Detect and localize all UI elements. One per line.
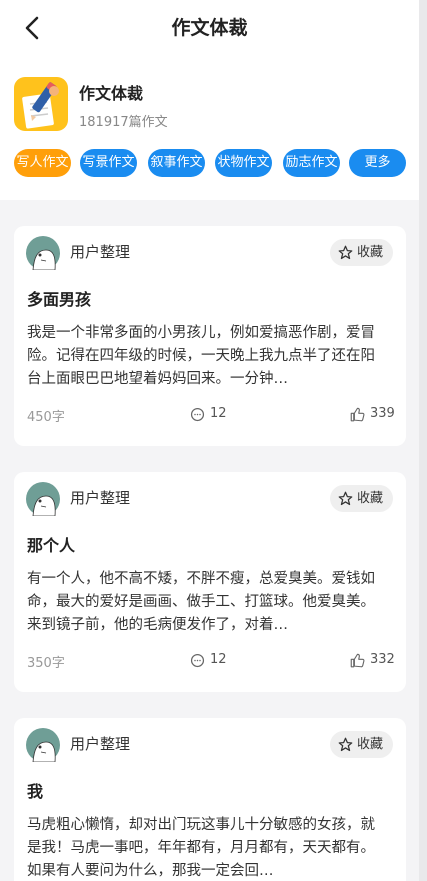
star-icon — [338, 245, 353, 260]
word-count: 350字 — [27, 656, 65, 671]
tag-list: 写人作文 写景作文 叙事作文 状物作文 励志作文 更多 — [14, 149, 414, 177]
avatar — [26, 482, 60, 516]
header: 作文体裁 作文体裁 181917篇作文 写人作文 写景作文 叙事作文 状物作文 … — [0, 0, 419, 200]
tag-inspirational-essay[interactable]: 励志作文 — [283, 149, 340, 177]
thumbs-up-icon — [350, 653, 365, 668]
essay-card[interactable]: 用户整理 收藏 我 马虎粗心懒惰，却对出门玩这事儿十分敏感的女孩，就是我！马虎一… — [14, 718, 406, 881]
author-name: 用户整理 — [70, 489, 131, 507]
tag-more[interactable]: 更多 — [349, 149, 406, 177]
thumbs-up-icon — [350, 407, 365, 422]
category-count: 181917篇作文 — [79, 115, 168, 130]
tag-portrait-essay[interactable]: 写人作文 — [14, 149, 71, 177]
author-name: 用户整理 — [70, 735, 131, 753]
comment-count-value: 12 — [210, 406, 227, 421]
essay-card[interactable]: 用户整理 收藏 那个人 有一个人，他不高不矮，不胖不瘦，总爱臭美。爱钱如命，最大… — [14, 472, 406, 692]
favorite-button[interactable]: 收藏 — [330, 485, 393, 512]
favorite-label: 收藏 — [357, 491, 384, 506]
avatar — [26, 236, 60, 270]
comment-icon — [190, 407, 205, 422]
essay-card[interactable]: 用户整理 收藏 多面男孩 我是一个非常多面的小男孩儿，例如爱搞恶作剧，爱冒险。记… — [14, 226, 406, 446]
author-name: 用户整理 — [70, 243, 131, 261]
star-icon — [338, 737, 353, 752]
like-count-value: 332 — [370, 652, 395, 667]
favorite-label: 收藏 — [357, 737, 384, 752]
tag-narrative-essay[interactable]: 叙事作文 — [148, 149, 205, 177]
comment-icon — [190, 653, 205, 668]
category-name: 作文体裁 — [79, 84, 144, 103]
favorite-button[interactable]: 收藏 — [330, 239, 393, 266]
essay-title: 那个人 — [27, 536, 76, 555]
pencil-paper-icon — [14, 77, 68, 131]
essay-excerpt: 马虎粗心懒惰，却对出门玩这事儿十分敏感的女孩，就是我！马虎一事吧，年年都有，月月… — [27, 817, 375, 879]
page-title: 作文体裁 — [171, 17, 248, 39]
essay-excerpt: 有一个人，他不高不矮，不胖不瘦，总爱臭美。爱钱如命，最大的爱好是画画、做手工、打… — [27, 571, 375, 633]
like-count-value: 339 — [370, 406, 395, 421]
comment-count-value: 12 — [210, 652, 227, 667]
favorite-button[interactable]: 收藏 — [330, 731, 393, 758]
essay-title: 我 — [27, 782, 44, 801]
avatar — [26, 728, 60, 762]
favorite-label: 收藏 — [357, 245, 384, 260]
tag-scenery-essay[interactable]: 写景作文 — [80, 149, 137, 177]
scrollbar[interactable] — [419, 0, 427, 881]
essay-excerpt: 我是一个非常多面的小男孩儿，例如爱搞恶作剧，爱冒险。记得在四年级的时候，一天晚上… — [27, 325, 375, 387]
tag-object-essay[interactable]: 状物作文 — [215, 149, 272, 177]
essay-title: 多面男孩 — [27, 290, 92, 309]
word-count: 450字 — [27, 410, 65, 425]
star-icon — [338, 491, 353, 506]
